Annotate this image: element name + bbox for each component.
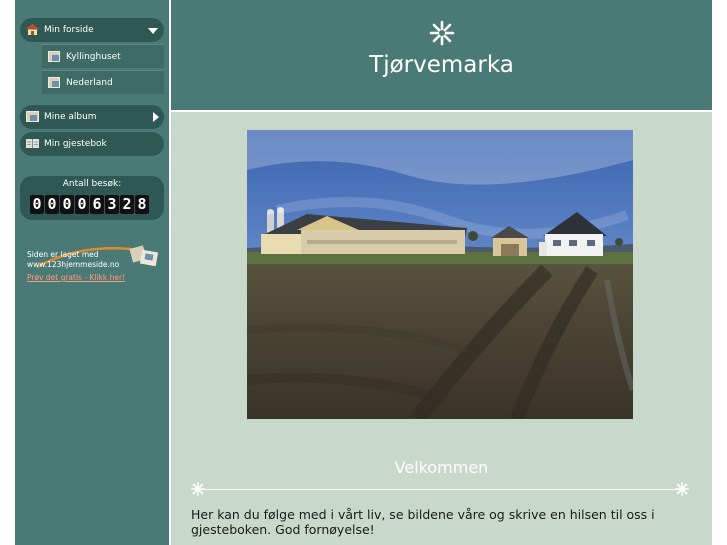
promo-line-2: www.123hjemmeside.no [27,260,120,269]
promo-line-1: Siden er laget med [27,250,99,259]
counter-digit: 0 [45,195,59,214]
snowflake-icon [429,20,455,46]
counter-digit: 6 [90,195,104,214]
welcome-heading: Velkommen [394,458,489,477]
nav-home-label: Min forside [44,25,94,35]
snowflake-icon [191,482,205,496]
visit-counter-label: Antall besøk: [62,179,122,189]
promo-link[interactable]: Prøv det gratis - Klikk her! [27,273,125,282]
nav-sub-item-nederland[interactable]: Nederland [42,70,164,94]
nav-sub-item-label: Nederland [66,78,113,88]
nav-guestbook[interactable]: Min gjestebok [20,132,164,156]
intro-text: Her kan du følge med i vårt liv, se bild… [191,507,655,537]
chevron-right-icon[interactable] [153,112,159,122]
photo-album-icon [26,111,39,122]
house-icon [26,24,39,35]
nav-sub-item-label: Kyllinghuset [66,52,121,62]
site-title: Tjørvemarka [369,52,514,78]
sidebar: Min forside Kyllinghuset Nederland Mine … [15,0,169,545]
nav-sub-item-kyllinghuset[interactable]: Kyllinghuset [42,44,164,68]
nav-home[interactable]: Min forside [20,18,164,42]
counter-digit: 8 [135,195,149,214]
photo-album-icon [48,51,60,62]
ornament-divider [201,489,681,490]
chevron-down-icon[interactable] [148,28,158,34]
photo-album-icon [48,77,60,88]
snowflake-icon [675,482,689,496]
promo-text: Siden er laget med www.123hjemmeside.no [27,250,119,270]
header: Tjørvemarka [171,0,712,110]
page: Min forside Kyllinghuset Nederland Mine … [15,0,712,545]
nav-guestbook-label: Min gjestebok [44,139,107,149]
counter-digit: 0 [30,195,44,214]
nav-albums-label: Mine album [44,112,97,122]
visit-counter-digits: 0 0 0 0 6 3 2 8 [30,195,149,214]
counter-digit: 0 [60,195,74,214]
nav-albums[interactable]: Mine album [20,105,164,129]
counter-digit: 3 [105,195,119,214]
counter-digit: 0 [75,195,89,214]
farm-photo [247,130,633,419]
counter-digit: 2 [120,195,134,214]
book-icon [26,139,39,148]
header-divider [171,110,712,112]
visit-counter: Antall besøk: 0 0 0 0 6 3 2 8 [20,176,164,220]
